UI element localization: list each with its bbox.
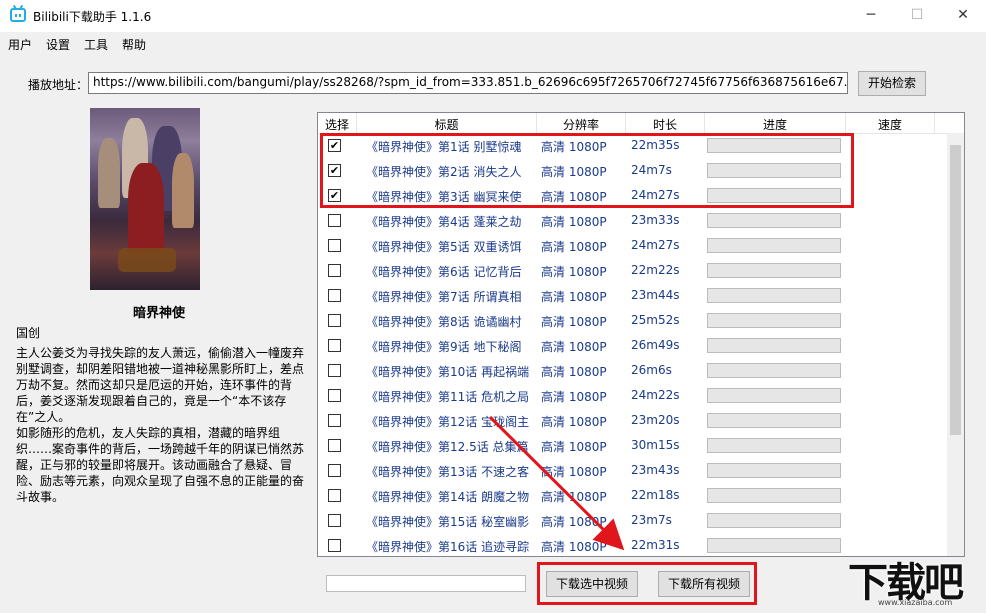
arrow-to-buttons (488, 415, 625, 551)
watermark: 下载吧 www.xiazaiba.com (848, 548, 984, 613)
arrow-annotation (488, 415, 625, 551)
watermark-url: www.xiazaiba.com (878, 598, 953, 607)
